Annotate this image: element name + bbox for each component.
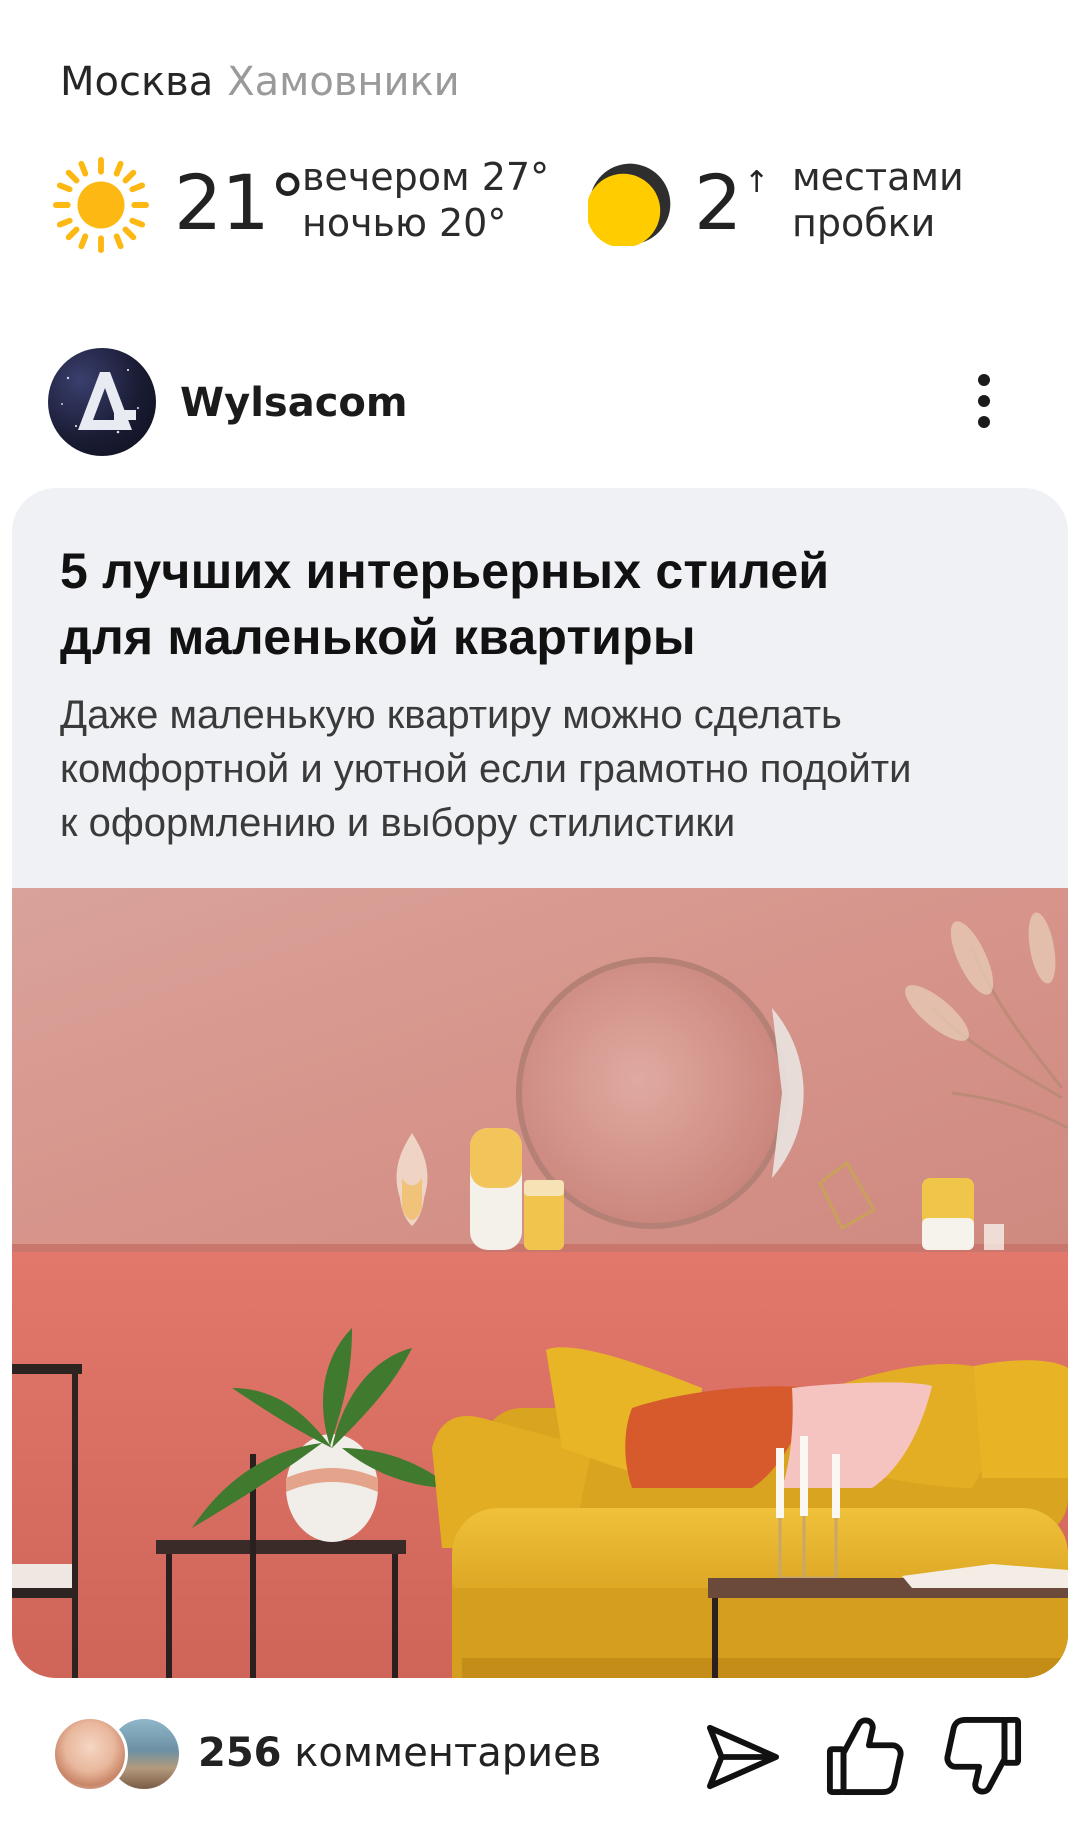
feed-screen: Москва Хамовники 21° вечером 27° ночью 2…	[0, 0, 1080, 1824]
avatar	[52, 1716, 128, 1792]
district-name: Хамовники	[227, 59, 460, 105]
city-name: Москва	[60, 59, 214, 105]
comments-label: комментариев	[281, 1730, 602, 1776]
channel-header: Wylsacom	[0, 348, 1080, 458]
traffic-desc-line2: пробки	[792, 201, 936, 245]
article-desc-line3: к оформлению и выбору стилистики	[60, 801, 736, 845]
article-title: 5 лучших интерьерных стилей для маленько…	[60, 538, 1020, 670]
location-header[interactable]: Москва Хамовники	[60, 56, 460, 108]
article-description: Даже маленькую квартиру можно сделать ко…	[60, 688, 1020, 850]
night-forecast: ночью 20°	[302, 201, 507, 245]
channel-name[interactable]: Wylsacom	[180, 378, 408, 428]
article-title-line1: 5 лучших интерьерных стилей	[60, 543, 830, 599]
weather-forecast[interactable]: вечером 27° ночью 20°	[302, 154, 549, 246]
thumbs-up-icon[interactable]	[826, 1714, 904, 1796]
sun-icon[interactable]	[52, 156, 150, 254]
current-temperature[interactable]: 21°	[174, 158, 307, 248]
traffic-desc-line1: местами	[792, 155, 964, 199]
article-desc-line2: комфортной и уютной если грамотно подойт…	[60, 747, 912, 791]
article-desc-line1: Даже маленькую квартиру можно сделать	[60, 693, 842, 737]
comments-count: 256	[198, 1730, 282, 1776]
evening-forecast: вечером 27°	[302, 155, 550, 199]
article-cover-image[interactable]	[12, 888, 1068, 1678]
card-actions: 256 комментариев	[0, 1708, 1080, 1804]
more-vertical-icon[interactable]	[960, 370, 1008, 434]
article-title-line2: для маленькой квартиры	[60, 609, 696, 665]
traffic-score[interactable]: 2	[694, 158, 742, 248]
thumbs-down-icon[interactable]	[944, 1716, 1022, 1798]
channel-avatar[interactable]	[48, 348, 156, 456]
arrow-up-icon: ↑	[744, 165, 770, 200]
informers-row: 21° вечером 27° ночью 20° 2 ↑ местами пр…	[0, 150, 1080, 270]
article-card[interactable]: 5 лучших интерьерных стилей для маленько…	[12, 488, 1068, 1678]
traffic-level-icon[interactable]	[588, 162, 672, 246]
channel-logo-icon	[61, 369, 140, 434]
comments-link[interactable]: 256 комментариев	[198, 1726, 601, 1780]
traffic-description[interactable]: местами пробки	[792, 154, 964, 246]
share-send-icon[interactable]	[704, 1720, 782, 1794]
article-text: 5 лучших интерьерных стилей для маленько…	[60, 538, 1020, 850]
commenters-avatars[interactable]	[52, 1716, 182, 1792]
